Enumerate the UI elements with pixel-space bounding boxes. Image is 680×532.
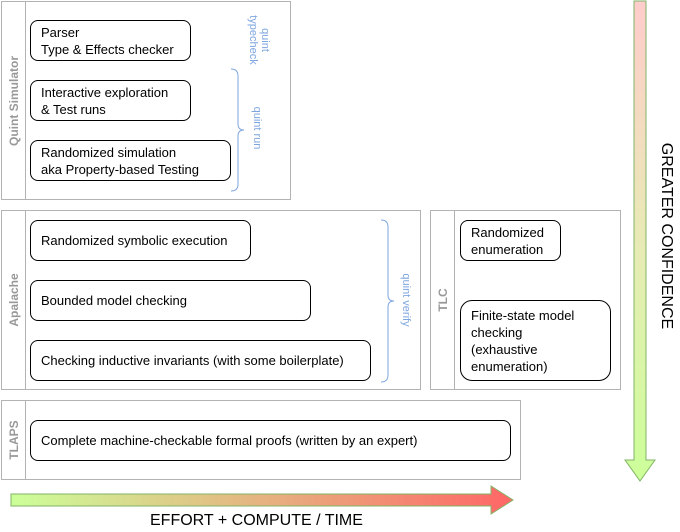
box-formal-proofs: Complete machine-checkable formal proofs…	[30, 420, 511, 461]
box-interactive-exploration: Interactive exploration & Test runs	[30, 80, 191, 121]
box-bounded-model-checking: Bounded model checking	[30, 280, 311, 321]
box-inductive-invariants: Checking inductive invariants (with some…	[30, 340, 371, 381]
command-quint-run: quint run	[251, 106, 263, 150]
box-randomized-symbolic-execution: Randomized symbolic execution	[30, 220, 251, 261]
box-parser-typechecker: Parser Type & Effects checker	[30, 20, 191, 61]
box-finite-state-model-checking: Finite-state model checking (exhaustive …	[460, 300, 611, 381]
box-randomized-simulation: Randomized simulation aka Property-based…	[30, 140, 231, 181]
confidence-axis-label: GREATER CONFIDENCE	[658, 142, 675, 330]
effort-axis-label: EFFORT + COMPUTE / TIME	[150, 512, 363, 529]
group-label-tlc: TLC	[435, 288, 450, 312]
brace-quint-verify	[380, 219, 395, 383]
group-label-apalache: Apalache	[6, 273, 21, 327]
group-label-quint-simulator: Quint Simulator	[6, 55, 21, 146]
brace-quint-run	[230, 68, 245, 192]
command-quint-typecheck: quint typecheck	[247, 15, 271, 65]
group-label-tlaps: TLAPS	[6, 420, 21, 460]
command-quint-verify: quint verify	[400, 273, 412, 327]
confidence-arrow	[624, 0, 656, 482]
box-randomized-enumeration: Randomized enumeration	[460, 220, 561, 261]
